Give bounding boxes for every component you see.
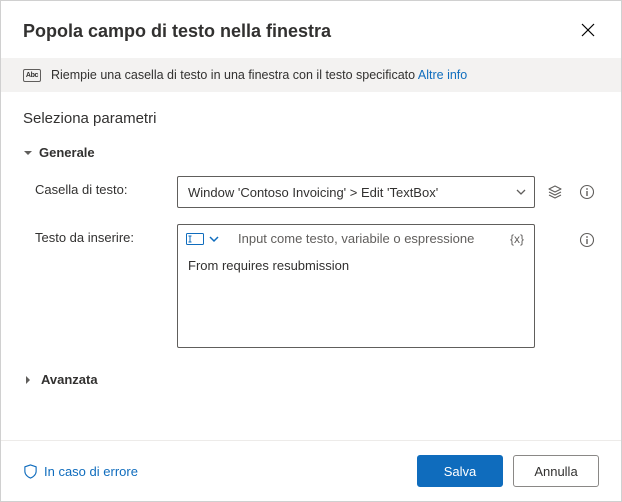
- chevron-down-icon[interactable]: [208, 233, 220, 245]
- on-error-link[interactable]: In caso di errore: [23, 464, 138, 479]
- ui-element-picker-button[interactable]: [543, 180, 567, 204]
- group-advanced-label: Avanzata: [41, 372, 98, 387]
- info-button[interactable]: [575, 180, 599, 204]
- text-to-insert-editor[interactable]: Input come testo, variabile o espression…: [177, 224, 535, 348]
- group-advanced-header[interactable]: Avanzata: [23, 372, 599, 387]
- cancel-button[interactable]: Annulla: [513, 455, 599, 487]
- shield-icon: [23, 464, 38, 479]
- more-info-link[interactable]: Altre info: [418, 68, 467, 82]
- textbox-label: Casella di testo:: [35, 176, 177, 208]
- info-text: Riempie una casella di testo in una fine…: [51, 68, 415, 82]
- editor-placeholder: Input come testo, variabile o espression…: [238, 231, 502, 246]
- dialog-title: Popola campo di testo nella finestra: [23, 21, 331, 42]
- textbox-select-value: Window 'Contoso Invoicing' > Edit 'TextB…: [188, 185, 438, 200]
- info-bar: Abc Riempie una casella di testo in una …: [1, 58, 621, 92]
- group-general-header[interactable]: Generale: [23, 145, 599, 160]
- section-title: Seleziona parametri: [23, 110, 599, 127]
- textbox-select[interactable]: Window 'Contoso Invoicing' > Edit 'TextB…: [177, 176, 535, 208]
- chevron-down-icon: [515, 186, 527, 198]
- variable-picker-button[interactable]: {x}: [510, 232, 524, 246]
- chevron-down-icon: [23, 148, 33, 158]
- text-to-insert-label: Testo da inserire:: [35, 224, 177, 348]
- info-icon: [579, 232, 595, 248]
- abc-icon: Abc: [23, 69, 41, 82]
- group-general-label: Generale: [39, 145, 95, 160]
- info-icon: [579, 184, 595, 200]
- close-button[interactable]: [577, 19, 599, 44]
- chevron-right-icon: [23, 375, 33, 385]
- on-error-label: In caso di errore: [44, 464, 138, 479]
- save-button[interactable]: Salva: [417, 455, 503, 487]
- info-button[interactable]: [575, 228, 599, 252]
- editor-content[interactable]: From requires resubmission: [178, 252, 534, 347]
- text-input-icon: [186, 233, 204, 245]
- close-icon: [581, 23, 595, 37]
- layers-icon: [547, 184, 563, 200]
